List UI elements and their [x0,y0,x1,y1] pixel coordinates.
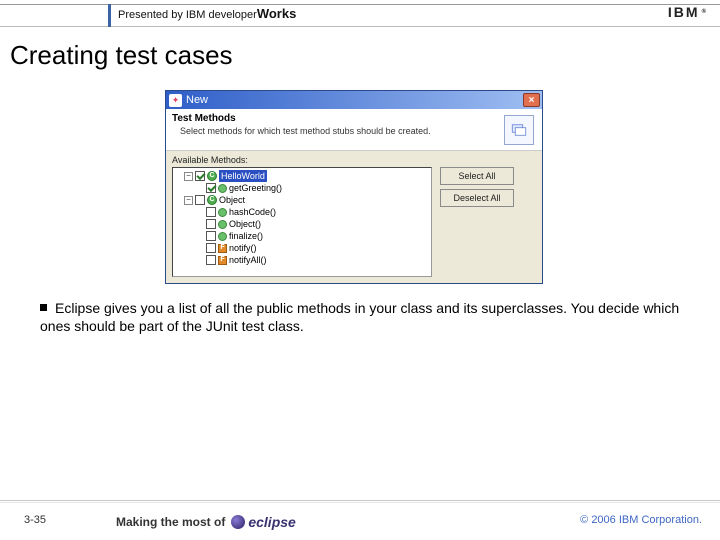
checkbox[interactable] [206,207,216,217]
selection-buttons: Select All Deselect All [440,167,514,277]
checkbox[interactable] [195,195,205,205]
footer-tagline: Making the most of eclipse [116,514,296,530]
slide-header: Presented by IBM developerWorks IBM® [0,0,720,30]
close-button[interactable]: × [523,93,540,107]
eclipse-orb-icon [231,515,245,529]
method-icon [218,184,227,193]
checkbox[interactable] [195,171,205,181]
method-icon [218,232,227,241]
presented-by-label: Presented by IBM developerWorks [118,6,296,21]
tree-row-method[interactable]: getGreeting() [176,182,428,194]
ibm-brand-text: IBM [668,4,700,20]
tree-row-method[interactable]: Object() [176,218,428,230]
banner-title: Test Methods [172,113,536,124]
close-icon: × [529,95,535,106]
checkbox[interactable] [206,243,216,253]
tree-method-label: getGreeting() [229,182,282,194]
tree-method-label: notify() [229,242,257,254]
registered-mark: ® [702,9,708,15]
wizard-decor-icon [504,115,534,145]
method-icon [218,220,227,229]
tree-row-method[interactable]: hashCode() [176,206,428,218]
new-dialog-window: ✦ New × Test Methods Select methods for … [165,90,543,284]
bullet-icon [40,304,47,311]
slide-title: Creating test cases [10,40,233,71]
tree-method-label: hashCode() [229,206,276,218]
final-method-icon: F [218,244,227,253]
developer-label: developer [209,9,257,21]
method-icon [218,208,227,217]
window-title: New [186,94,208,106]
tree-row-class[interactable]: − C Object [176,194,428,206]
deselect-all-button[interactable]: Deselect All [440,189,514,207]
checkbox[interactable] [206,183,216,193]
accent-bar [108,4,111,27]
bullet-paragraph: Eclipse gives you a list of all the publ… [40,300,686,335]
checkbox[interactable] [206,231,216,241]
presented-prefix: Presented by IBM [118,9,209,21]
collapse-icon[interactable]: − [184,172,193,181]
available-methods-label: Available Methods: [172,155,536,165]
banner-subtitle: Select methods for which test method stu… [180,126,536,136]
class-icon: C [207,195,217,205]
bullet-text: Eclipse gives you a list of all the publ… [40,300,679,334]
divider [0,500,720,501]
tree-row-class[interactable]: − C HelloWorld [176,170,428,182]
window-titlebar[interactable]: ✦ New × [166,91,542,109]
tree-class-label: HelloWorld [219,170,267,182]
dialog-body: Available Methods: − C HelloWorld getG [166,151,542,283]
divider [0,502,720,503]
wizard-icon: ✦ [169,94,182,107]
checkbox[interactable] [206,255,216,265]
dialog-screenshot: ✦ New × Test Methods Select methods for … [165,90,543,285]
tree-row-method[interactable]: F notify() [176,242,428,254]
ibm-logo: IBM® [668,4,706,20]
copyright-label: © 2006 IBM Corporation. [580,514,702,526]
tree-row-method[interactable]: F notifyAll() [176,254,428,266]
methods-tree[interactable]: − C HelloWorld getGreeting() − [172,167,432,277]
eclipse-logo: eclipse [231,514,295,530]
class-icon: C [207,171,217,181]
tree-class-label: Object [219,194,245,206]
collapse-icon[interactable]: − [184,196,193,205]
eclipse-word: eclipse [248,514,295,530]
slide-footer: 3-35 Making the most of eclipse © 2006 I… [0,500,720,540]
page-number: 3-35 [24,514,46,526]
final-method-icon: F [218,256,227,265]
tree-method-label: Object() [229,218,261,230]
tree-method-label: notifyAll() [229,254,267,266]
wizard-banner: Test Methods Select methods for which te… [166,109,542,151]
making-prefix: Making the most of [116,515,225,529]
tree-method-label: finalize() [229,230,263,242]
select-all-button[interactable]: Select All [440,167,514,185]
checkbox[interactable] [206,219,216,229]
works-label: Works [257,6,297,21]
tree-row-method[interactable]: finalize() [176,230,428,242]
